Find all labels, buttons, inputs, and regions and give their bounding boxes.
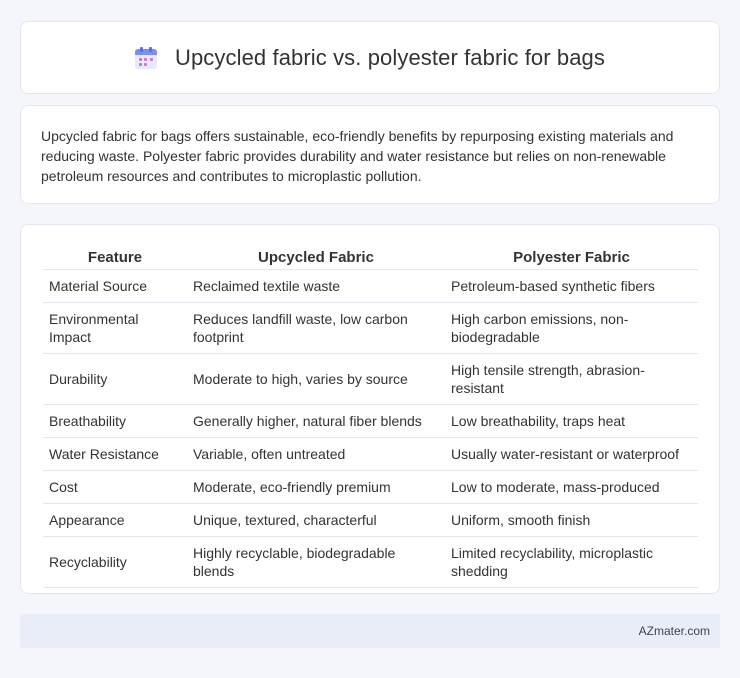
upcycled-cell: Moderate to high, varies by source: [187, 353, 445, 405]
table-row: Water Resistance Variable, often untreat…: [43, 437, 698, 471]
feature-cell: Durability: [43, 353, 187, 405]
feature-cell: Water Resistance: [43, 437, 187, 471]
table-row: Breathability Generally higher, natural …: [43, 404, 698, 438]
page-title: Upcycled fabric vs. polyester fabric for…: [174, 44, 605, 70]
feature-cell: Environmental Impact: [43, 302, 187, 354]
column-header-feature: Feature: [43, 245, 187, 270]
feature-cell: Cost: [43, 470, 187, 504]
title-card: Upcycled fabric vs. polyester fabric for…: [20, 21, 720, 94]
polyester-cell: High carbon emissions, non-biodegradable: [445, 302, 698, 354]
feature-cell: Material Source: [43, 269, 187, 303]
polyester-cell: High tensile strength, abrasion-resistan…: [445, 353, 698, 405]
table-row: Recyclability Highly recyclable, biodegr…: [43, 536, 698, 588]
column-header-polyester: Polyester Fabric: [445, 245, 698, 270]
table-row: Environmental Impact Reduces landfill wa…: [43, 302, 698, 354]
table-row: Durability Moderate to high, varies by s…: [43, 353, 698, 405]
table-header-row: Feature Upcycled Fabric Polyester Fabric: [43, 245, 698, 270]
polyester-cell: Limited recyclability, microplastic shed…: [445, 536, 698, 588]
table-row: Cost Moderate, eco-friendly premium Low …: [43, 470, 698, 504]
upcycled-cell: Variable, often untreated: [187, 437, 445, 471]
feature-cell: Breathability: [43, 404, 187, 438]
calendar-icon: [134, 46, 157, 69]
summary-text: Upcycled fabric for bags offers sustaina…: [41, 128, 674, 184]
polyester-cell: Low breathability, traps heat: [445, 404, 698, 438]
comparison-table-card: Feature Upcycled Fabric Polyester Fabric…: [20, 224, 720, 594]
upcycled-cell: Unique, textured, characterful: [187, 503, 445, 537]
comparison-table: Feature Upcycled Fabric Polyester Fabric…: [43, 245, 698, 588]
table-row: Material Source Reclaimed textile waste …: [43, 269, 698, 303]
feature-cell: Recyclability: [43, 536, 187, 588]
upcycled-cell: Reclaimed textile waste: [187, 269, 445, 303]
feature-cell: Appearance: [43, 503, 187, 537]
table-row: Appearance Unique, textured, characterfu…: [43, 503, 698, 537]
polyester-cell: Low to moderate, mass-produced: [445, 470, 698, 504]
column-header-upcycled: Upcycled Fabric: [187, 245, 445, 270]
summary-card: Upcycled fabric for bags offers sustaina…: [20, 105, 720, 204]
upcycled-cell: Highly recyclable, biodegradable blends: [187, 536, 445, 588]
upcycled-cell: Generally higher, natural fiber blends: [187, 404, 445, 438]
upcycled-cell: Moderate, eco-friendly premium: [187, 470, 445, 504]
polyester-cell: Usually water-resistant or waterproof: [445, 437, 698, 471]
footer-brand[interactable]: AZmater.com: [639, 624, 710, 638]
footer: AZmater.com: [20, 614, 720, 648]
polyester-cell: Uniform, smooth finish: [445, 503, 698, 537]
upcycled-cell: Reduces landfill waste, low carbon footp…: [187, 302, 445, 354]
polyester-cell: Petroleum-based synthetic fibers: [445, 269, 698, 303]
